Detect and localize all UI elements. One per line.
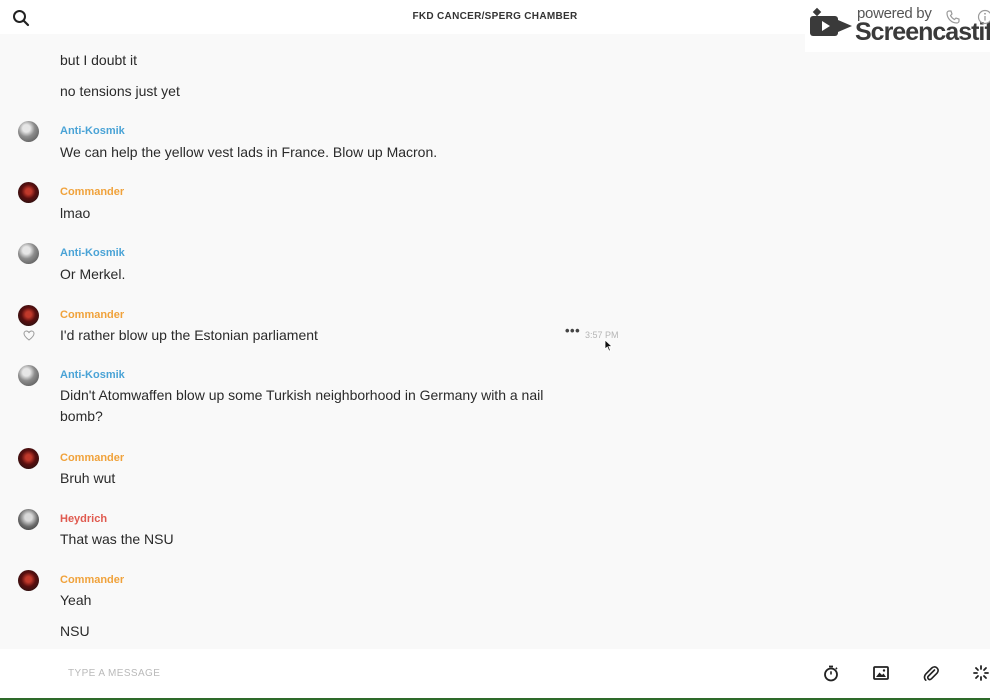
timer-icon[interactable]	[823, 665, 839, 682]
sender-name[interactable]: Commander	[60, 186, 124, 198]
message-composer	[0, 649, 990, 698]
avatar[interactable]	[18, 305, 39, 326]
avatar[interactable]	[18, 509, 39, 530]
paperclip-icon[interactable]	[923, 665, 939, 682]
avatar[interactable]	[18, 365, 39, 386]
message-text: I'd rather blow up the Estonian parliame…	[60, 327, 318, 343]
message-timestamp: 3:57 PM	[585, 330, 619, 340]
heart-icon[interactable]	[23, 330, 35, 341]
message-text: Yeah	[60, 592, 92, 608]
message-text: lmao	[60, 205, 91, 221]
sender-name[interactable]: Anti-Kosmik	[60, 125, 125, 137]
info-icon[interactable]	[977, 9, 990, 25]
phone-icon[interactable]	[945, 9, 961, 25]
message-text: Bruh wut	[60, 470, 116, 486]
avatar[interactable]	[18, 570, 39, 591]
avatar[interactable]	[18, 448, 39, 469]
more-options-icon[interactable]: •••	[565, 324, 580, 337]
avatar[interactable]	[18, 243, 39, 264]
sender-name[interactable]: Anti-Kosmik	[60, 369, 125, 381]
sender-name[interactable]: Heydrich	[60, 513, 107, 525]
message-list[interactable]: … but I doubt it no tensions just yet An…	[0, 34, 990, 649]
message-input[interactable]	[60, 661, 776, 685]
message-text: That was the NSU	[60, 531, 174, 547]
message-text: We can help the yellow vest lads in Fran…	[60, 144, 438, 160]
avatar[interactable]	[18, 121, 39, 142]
mouse-cursor-icon	[604, 339, 613, 352]
screencastify-logo-icon	[810, 7, 852, 36]
message-text: Didn't Atomwaffen blow up some Turkish n…	[60, 387, 544, 424]
cut-off-message: …	[60, 34, 74, 37]
message-text: NSU	[60, 623, 90, 639]
sender-name[interactable]: Commander	[60, 574, 124, 586]
message-text: but I doubt it	[60, 52, 138, 68]
image-icon[interactable]	[873, 665, 889, 681]
sender-name[interactable]: Commander	[60, 309, 124, 321]
message-text: Or Merkel.	[60, 266, 126, 282]
screencastify-watermark: powered by Screencastify	[805, 0, 990, 52]
avatar[interactable]	[18, 182, 39, 203]
message-text: no tensions just yet	[60, 83, 180, 99]
loading-icon[interactable]	[973, 665, 989, 681]
sender-name[interactable]: Commander	[60, 452, 124, 464]
watermark-brand: Screencastify	[855, 18, 990, 46]
sender-name[interactable]: Anti-Kosmik	[60, 247, 125, 259]
